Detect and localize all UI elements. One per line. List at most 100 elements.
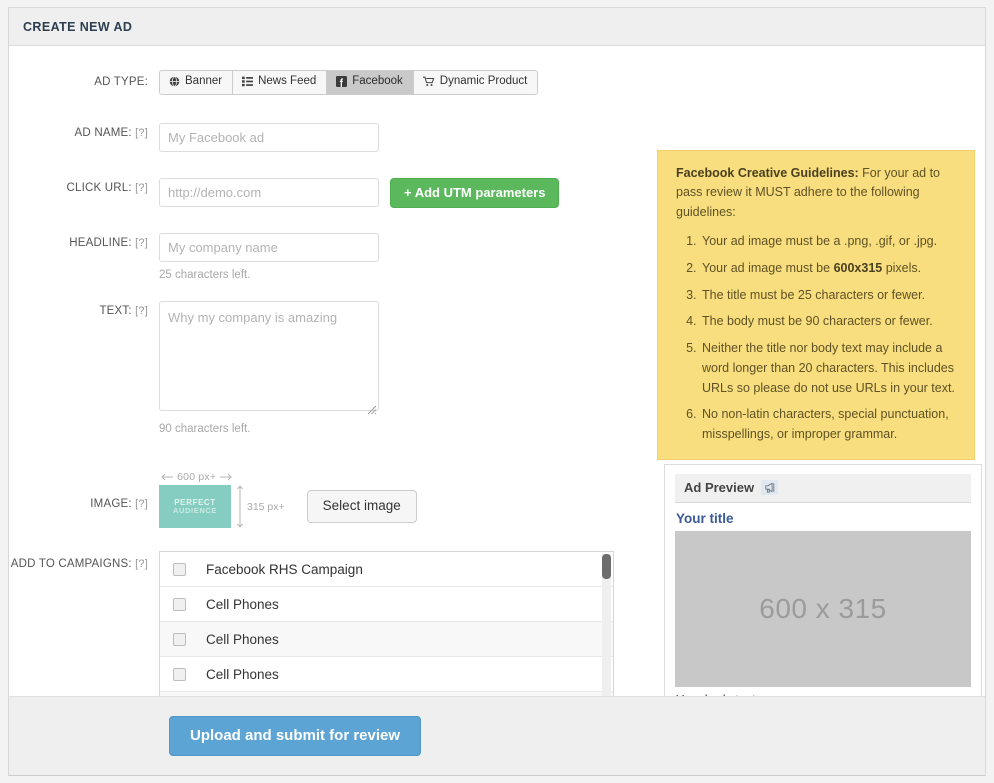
page-title: CREATE NEW AD bbox=[23, 20, 132, 34]
image-control: 600 px+ PERFECT AUDIENCE bbox=[159, 471, 417, 528]
ad-preview-image-placeholder: 600 x 315 bbox=[675, 531, 971, 687]
click-url-help-icon[interactable]: [?] bbox=[135, 182, 148, 194]
arrow-vertical-icon bbox=[236, 485, 244, 528]
click-url-input[interactable] bbox=[159, 178, 379, 207]
guideline-item-6-text: No non-latin characters, special punctua… bbox=[702, 407, 949, 441]
guideline-item-2-post: pixels. bbox=[882, 261, 921, 275]
headline-char-counter: 25 characters left. bbox=[159, 269, 379, 281]
ad-name-label-text: AD NAME: bbox=[75, 127, 132, 139]
facebook-icon bbox=[336, 76, 347, 87]
form-row-headline: HEADLINE: [?] 25 characters left. bbox=[9, 233, 379, 281]
campaign-checkbox-1[interactable] bbox=[173, 598, 186, 611]
page-root: CREATE NEW AD AD TYPE: Banner bbox=[0, 0, 994, 783]
guideline-item-4-text: The body must be 90 characters or fewer. bbox=[702, 314, 933, 328]
guideline-item-5-text: Neither the title nor body text may incl… bbox=[702, 341, 955, 395]
panel-body: AD TYPE: Banner bbox=[9, 46, 985, 697]
form-row-campaigns: ADD TO CAMPAIGNS: [?] Facebook RHS Campa… bbox=[9, 551, 614, 709]
ad-type-option-news-feed-label: News Feed bbox=[258, 76, 316, 88]
campaign-checkbox-2[interactable] bbox=[173, 633, 186, 646]
arrow-left-icon bbox=[161, 473, 174, 481]
ad-preview-headline: Your title bbox=[676, 511, 971, 526]
ad-type-button-group[interactable]: Banner News Feed bbox=[159, 70, 538, 95]
campaign-name-3: Cell Phones bbox=[206, 667, 279, 682]
guidelines-intro-bold: Facebook Creative Guidelines: bbox=[676, 166, 859, 180]
image-width-ruler-text: 600 px+ bbox=[177, 471, 216, 483]
guideline-item-5: Neither the title nor body text may incl… bbox=[700, 339, 958, 398]
ad-name-label: AD NAME: [?] bbox=[9, 123, 159, 152]
add-utm-parameters-button[interactable]: + Add UTM parameters bbox=[390, 178, 559, 208]
campaigns-scrollbar-thumb[interactable] bbox=[602, 554, 611, 579]
headline-control: 25 characters left. bbox=[159, 233, 379, 281]
ad-name-control bbox=[159, 123, 379, 152]
ad-type-option-dynamic-product[interactable]: Dynamic Product bbox=[414, 71, 538, 94]
form-row-image: IMAGE: [?] 600 px+ bbox=[9, 471, 417, 528]
campaign-row-2[interactable]: Cell Phones bbox=[160, 622, 613, 657]
campaigns-label: ADD TO CAMPAIGNS: [?] bbox=[9, 551, 159, 709]
globe-icon bbox=[169, 76, 180, 87]
ad-type-option-banner-label: Banner bbox=[185, 76, 222, 88]
ad-preview-image-dimensions: 600 x 315 bbox=[759, 593, 887, 625]
headline-label-text: HEADLINE: bbox=[69, 237, 132, 249]
ad-preview-panel: Ad Preview Your title 600 x 315 Your bod… bbox=[664, 464, 982, 714]
image-thumbnail[interactable]: PERFECT AUDIENCE bbox=[159, 485, 231, 528]
text-label: TEXT: [?] bbox=[9, 301, 159, 435]
campaign-checkbox-3[interactable] bbox=[173, 668, 186, 681]
image-label: IMAGE: [?] bbox=[9, 471, 159, 528]
click-url-label: CLICK URL: [?] bbox=[9, 178, 159, 208]
guideline-item-3-text: The title must be 25 characters or fewer… bbox=[702, 288, 925, 302]
campaign-checkbox-0[interactable] bbox=[173, 563, 186, 576]
text-label-text: TEXT: bbox=[99, 305, 131, 317]
text-textarea[interactable] bbox=[159, 301, 379, 411]
image-height-ruler: 315 px+ bbox=[236, 485, 285, 528]
headline-label: HEADLINE: [?] bbox=[9, 233, 159, 281]
text-help-icon[interactable]: [?] bbox=[135, 305, 148, 317]
campaigns-control: Facebook RHS Campaign Cell Phones Cell P… bbox=[159, 551, 614, 709]
cart-icon bbox=[423, 76, 435, 87]
guideline-item-4: The body must be 90 characters or fewer. bbox=[700, 312, 958, 332]
list-icon bbox=[242, 76, 253, 87]
campaigns-label-text: ADD TO CAMPAIGNS: bbox=[11, 558, 132, 570]
ad-type-option-news-feed[interactable]: News Feed bbox=[233, 71, 327, 94]
campaign-row-0[interactable]: Facebook RHS Campaign bbox=[160, 552, 613, 587]
select-image-button[interactable]: Select image bbox=[307, 490, 417, 523]
facebook-creative-guidelines: Facebook Creative Guidelines: For your a… bbox=[657, 150, 975, 460]
panel-footer: Upload and submit for review bbox=[9, 696, 985, 775]
upload-submit-button[interactable]: Upload and submit for review bbox=[169, 716, 421, 756]
ad-type-option-facebook[interactable]: Facebook bbox=[327, 71, 414, 94]
campaign-name-0: Facebook RHS Campaign bbox=[206, 562, 363, 577]
ad-type-label: AD TYPE: bbox=[9, 70, 159, 95]
guideline-item-6: No non-latin characters, special punctua… bbox=[700, 405, 958, 445]
campaign-name-1: Cell Phones bbox=[206, 597, 279, 612]
megaphone-icon bbox=[761, 480, 778, 495]
guideline-item-2-pre: Your ad image must be bbox=[702, 261, 834, 275]
ad-name-help-icon[interactable]: [?] bbox=[135, 127, 148, 139]
image-height-ruler-text: 315 px+ bbox=[247, 501, 285, 513]
click-url-label-text: CLICK URL: bbox=[66, 182, 131, 194]
image-width-ruler: 600 px+ bbox=[159, 471, 285, 483]
campaign-row-1[interactable]: Cell Phones bbox=[160, 587, 613, 622]
image-help-icon[interactable]: [?] bbox=[135, 498, 148, 510]
form-row-click-url: CLICK URL: [?] + Add UTM parameters bbox=[9, 178, 559, 208]
guidelines-list: Your ad image must be a .png, .gif, or .… bbox=[676, 232, 958, 445]
ad-type-option-banner[interactable]: Banner bbox=[160, 71, 233, 94]
image-thumb-row: PERFECT AUDIENCE 315 px+ bbox=[159, 485, 285, 528]
guidelines-intro: Facebook Creative Guidelines: For your a… bbox=[676, 164, 958, 222]
text-textarea-wrap bbox=[159, 301, 379, 416]
guideline-item-1: Your ad image must be a .png, .gif, or .… bbox=[700, 232, 958, 252]
campaigns-help-icon[interactable]: [?] bbox=[135, 558, 148, 570]
image-label-text: IMAGE: bbox=[90, 498, 131, 510]
headline-help-icon[interactable]: [?] bbox=[135, 237, 148, 249]
ad-type-control: Banner News Feed bbox=[159, 70, 538, 95]
ad-type-option-dynamic-product-label: Dynamic Product bbox=[440, 76, 528, 88]
image-thumb-line2: AUDIENCE bbox=[173, 507, 217, 516]
image-thumb-area: 600 px+ PERFECT AUDIENCE bbox=[159, 471, 285, 528]
form-row-ad-name: AD NAME: [?] bbox=[9, 123, 379, 152]
campaign-row-3[interactable]: Cell Phones bbox=[160, 657, 613, 692]
guideline-item-2: Your ad image must be 600x315 pixels. bbox=[700, 259, 958, 279]
form-row-text: TEXT: [?] 90 charact bbox=[9, 301, 379, 435]
panel-header: CREATE NEW AD bbox=[9, 8, 985, 46]
ad-preview-title: Ad Preview bbox=[684, 480, 754, 495]
click-url-control: + Add UTM parameters bbox=[159, 178, 559, 208]
ad-name-input[interactable] bbox=[159, 123, 379, 152]
headline-input[interactable] bbox=[159, 233, 379, 262]
